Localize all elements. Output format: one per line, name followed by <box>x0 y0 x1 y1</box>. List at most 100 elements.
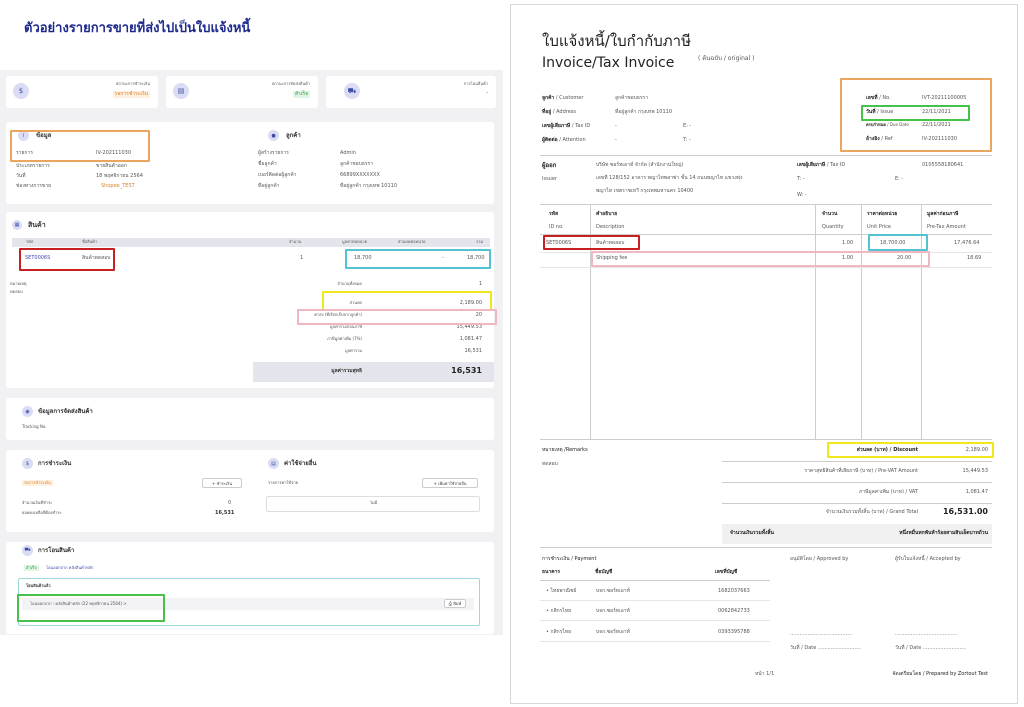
product-price: 18,700 <box>354 255 372 261</box>
table-row-line <box>540 267 992 268</box>
totals-line <box>722 503 992 504</box>
table-col-line <box>921 204 922 439</box>
col-header-en: Pre-Tax Amount <box>927 224 966 230</box>
info-row-value: ขายสินค้าออก <box>96 163 127 169</box>
customer-row-label: ชื่อลูกค้า <box>258 161 277 167</box>
box-icon: ▦ <box>12 220 22 230</box>
location-icon: ◉ <box>22 406 33 417</box>
issuer-taxid-label: เลขผู้เสียภาษี / Tax ID <box>797 163 845 168</box>
shipping-status-label: สถานะการจัดส่งสินค้า <box>271 81 310 86</box>
shipping-card: ◉ ข้อมูลการจัดส่งสินค้า Tracking No. <box>6 398 494 440</box>
summary-label: ส่วนลด <box>349 300 362 305</box>
customer-row-label: เบอร์ติดต่อผู้ลูกค้า <box>258 172 297 178</box>
label-en: / Issue <box>877 109 894 115</box>
address-value: ที่อยู่ลูกค้า กรุงเทพ 10110 <box>615 109 673 115</box>
issuer-address-1: เลขที่ 128/152 อาคาร พญาไทพลาซ่า ชั้น 14… <box>596 175 743 181</box>
divider <box>540 547 992 548</box>
receipt-icon: ▤ <box>268 458 279 469</box>
due-label: ครบกำหนด / Due Date <box>866 123 909 127</box>
table-col-line <box>861 204 862 439</box>
transfer-status-badge: สำเร็จ <box>24 565 39 571</box>
col-header-disc: ส่วนลดต่อหน่วย <box>398 239 426 244</box>
print-button[interactable]: ⎙ พิมพ์ <box>444 599 466 608</box>
discount-value: 2,189.00 <box>965 447 988 453</box>
products-title: สินค้า <box>28 221 46 229</box>
summary-value: 15,449.53 <box>456 324 482 330</box>
tracking-label: Tracking No. <box>22 424 47 429</box>
item-price: 20.00 <box>897 255 912 261</box>
transfer-status-label: การโอนสินค้า <box>463 81 488 86</box>
item-price: 18,700.00 <box>880 240 906 246</box>
account-number-header: เลขที่บัญชี <box>715 569 738 575</box>
payment-badge: รอการชำระเงิน <box>22 480 53 486</box>
issuer-website: W: - <box>797 192 807 198</box>
product-code[interactable]: SET0006S <box>25 256 50 261</box>
col-header-th: ราคาต่อหน่วย <box>867 211 898 217</box>
item-qty: 1.00 <box>842 255 854 261</box>
customer-label: ลูกค้า / Customer <box>542 96 583 101</box>
col-header-en: ID no. <box>549 224 564 230</box>
account-name: บจก.ซอร์ทเอาท์ <box>596 608 630 614</box>
customer-value: ลูกค้าชอบธรรา <box>615 95 649 101</box>
bank-name: • ไทยพาณิชย์ <box>546 588 577 594</box>
label-th: ลูกค้า <box>542 95 555 101</box>
transfer-row-text[interactable]: โอนออกจาก : คลังสินค้าหลัก (22 พฤศจิกายน… <box>30 602 127 606</box>
remark-value: ทดสอบ <box>10 289 23 294</box>
info-row-label: ช่องทางการขาย <box>16 183 52 189</box>
info-icon: i <box>18 130 29 141</box>
label-th: ที่อยู่ <box>542 109 552 115</box>
label-en: / Customer <box>555 95 584 101</box>
prepared-by: จัดเตรียมโดย / Prepared by Zortout Test <box>892 671 988 677</box>
item-desc: Shipping fee <box>596 255 628 261</box>
transfer-title: การโอนสินค้า <box>38 547 75 554</box>
payment-line <box>540 641 770 642</box>
taxid-label: เลขผู้เสียภาษี / Tax ID <box>542 124 590 129</box>
divider <box>540 155 992 156</box>
customer-row-value: ที่อยู่ลูกค้า กรุงเทพ 10110 <box>340 183 398 189</box>
payment-card: $ การชำระเงิน รอการชำระเงิน + ชำระเงิน จ… <box>6 450 494 532</box>
summary-label: มูลค่ารวม <box>344 348 362 353</box>
wallet-icon: $ <box>22 458 33 469</box>
table-top-line <box>540 204 992 205</box>
accepted-by-label: ผู้รับใบแจ้งหนี้ / Accepted by <box>895 556 961 562</box>
label-en: / Due Date <box>887 122 909 127</box>
issuer-taxid-value: 0105558180641 <box>922 162 964 168</box>
shipping-status-badge: สำเร็จ <box>292 91 310 98</box>
net-total-label: มูลค่ารวมสุทธิ <box>331 368 362 374</box>
user-icon: ● <box>268 130 279 141</box>
totals-line <box>722 461 992 462</box>
add-expense-button[interactable]: + เพิ่มค่าใช้จ่ายอื่น <box>422 478 478 488</box>
shop-icon: ▤ <box>173 83 189 99</box>
payment-status-badge: รอการชำระเงิน <box>112 91 150 98</box>
table-col-line <box>590 204 591 439</box>
col-header-th: มูลค่าก่อนภาษี <box>927 211 959 217</box>
payment-line <box>540 580 770 581</box>
print-label: พิมพ์ <box>453 601 462 606</box>
label-th: เลขผู้เสียภาษี <box>797 162 826 168</box>
customer-row-label: ที่อยู่ลูกค้า <box>258 183 280 189</box>
item-amount: 18.69 <box>967 255 982 261</box>
label-en: / No. <box>879 95 891 101</box>
sales-channel-link[interactable]: Shopee_TEST <box>101 184 135 189</box>
customer-row-value: 66899XXXXXXX <box>340 172 380 178</box>
summary-label: มูลค่ารวมก่อนภาษี <box>329 324 362 329</box>
table-col-line <box>815 204 816 439</box>
truck-icon: ⛟ <box>344 83 360 99</box>
col-header-qty: จำนวน <box>289 239 302 244</box>
accepted-sign-line: ....................................... <box>895 631 957 637</box>
due-value: 22/11/2021 <box>922 122 951 128</box>
info-row-label: รายการ <box>16 150 33 156</box>
issuer-name: บริษัท ซอร์ทเอาท์ จำกัด (สำนักงานใหญ่) <box>596 162 684 168</box>
ref-value: IV-202111030 <box>922 136 958 142</box>
customer-row-value: Admin <box>340 150 356 156</box>
product-discount: - <box>442 255 444 261</box>
add-payment-button[interactable]: + ชำระเงิน <box>202 478 242 488</box>
issue-label: วันที่ / Issue <box>866 110 893 115</box>
coin-icon: $ <box>13 83 29 99</box>
payment-line <box>540 620 770 621</box>
amount-words-label: จำนวนเงินรวมทั้งสิ้น <box>730 530 774 536</box>
col-header-price: มูลค่าต่อหน่วย <box>342 239 367 244</box>
customer-title: ลูกค้า <box>286 132 301 139</box>
transfer-box-title: โอนสินค้าแล้ว <box>26 583 51 588</box>
payment-block-title: การชำระเงิน / Payment <box>542 556 597 562</box>
